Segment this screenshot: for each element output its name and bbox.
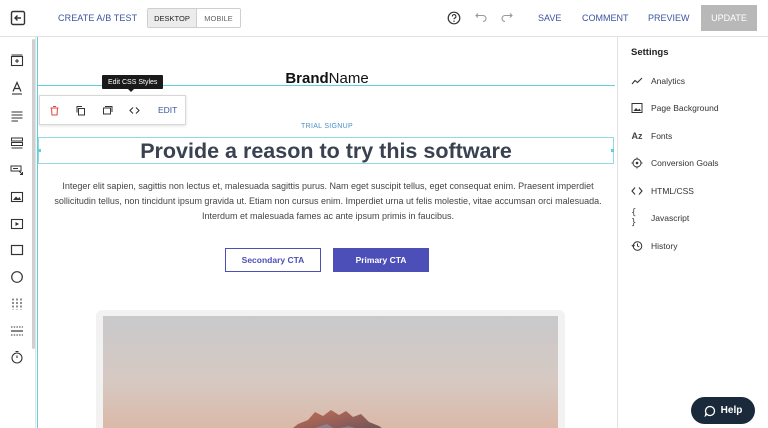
redo-icon[interactable] xyxy=(500,11,514,25)
text-icon[interactable] xyxy=(10,81,24,95)
circle-icon[interactable] xyxy=(10,270,24,284)
exit-icon[interactable] xyxy=(10,10,26,26)
target-icon xyxy=(631,157,643,169)
help-circle-icon[interactable] xyxy=(447,11,461,25)
settings-panel: Settings Analytics Page Background Az Fo… xyxy=(617,37,768,428)
save-button[interactable]: SAVE xyxy=(538,13,561,23)
toolbar-scrollbar[interactable] xyxy=(32,39,35,349)
left-guide-line xyxy=(37,37,38,428)
undo-icon[interactable] xyxy=(474,11,488,25)
body-text[interactable]: Integer elit sapien, sagittis non lectus… xyxy=(42,179,614,224)
chat-bubble-icon xyxy=(704,405,715,417)
code-icon[interactable] xyxy=(129,105,140,116)
help-label: Help xyxy=(720,405,743,416)
divider-icon[interactable] xyxy=(10,324,24,338)
copy-style-icon[interactable] xyxy=(102,105,113,116)
top-toolbar: CREATE A/B TEST DESKTOP MOBILE SAVE COMM… xyxy=(0,0,768,37)
form-icon[interactable] xyxy=(10,163,24,177)
update-button[interactable]: UPDATE xyxy=(701,5,757,31)
delete-icon[interactable] xyxy=(49,105,60,116)
preview-button[interactable]: PREVIEW xyxy=(648,13,690,23)
hero-image[interactable] xyxy=(103,316,558,428)
code-icon xyxy=(631,185,643,197)
device-desktop-button[interactable]: DESKTOP xyxy=(148,9,197,27)
device-mobile-button[interactable]: MOBILE xyxy=(197,9,240,27)
settings-item-analytics[interactable]: Analytics xyxy=(631,74,685,88)
headline[interactable]: Provide a reason to try this software xyxy=(37,139,615,164)
list-icon[interactable] xyxy=(10,136,24,150)
element-edit-toolbar: EDIT xyxy=(39,95,186,125)
help-button[interactable]: Help xyxy=(691,397,755,424)
settings-item-history[interactable]: History xyxy=(631,239,677,253)
image-icon xyxy=(631,102,643,114)
settings-item-conversion-goals[interactable]: Conversion Goals xyxy=(631,156,719,170)
device-toggle: DESKTOP MOBILE xyxy=(147,8,241,28)
fonts-icon: Az xyxy=(631,131,643,141)
eyebrow-text[interactable]: TRIAL SIGNUP xyxy=(37,123,617,130)
primary-cta-button[interactable]: Primary CTA xyxy=(333,248,429,272)
settings-item-javascript[interactable]: { } Javascript xyxy=(631,208,689,228)
secondary-cta-button[interactable]: Secondary CTA xyxy=(225,248,321,272)
edit-button[interactable]: EDIT xyxy=(158,105,177,115)
add-section-icon[interactable] xyxy=(10,54,24,68)
history-icon xyxy=(631,240,643,252)
box-icon[interactable] xyxy=(10,243,24,257)
settings-title: Settings xyxy=(631,47,669,58)
video-icon[interactable] xyxy=(10,217,24,231)
settings-item-html-css[interactable]: HTML/CSS xyxy=(631,184,694,198)
element-toolbar xyxy=(0,37,36,428)
comment-button[interactable]: COMMENT xyxy=(582,13,629,23)
settings-item-page-background[interactable]: Page Background xyxy=(631,101,719,115)
braces-icon: { } xyxy=(631,208,637,228)
timer-icon[interactable] xyxy=(10,350,24,364)
duplicate-icon[interactable] xyxy=(75,105,86,116)
settings-item-fonts[interactable]: Az Fonts xyxy=(631,129,673,143)
paragraph-icon[interactable] xyxy=(10,109,24,123)
image-icon[interactable] xyxy=(10,190,24,204)
create-ab-test-link[interactable]: CREATE A/B TEST xyxy=(58,13,137,23)
columns-icon[interactable] xyxy=(10,297,24,311)
analytics-icon xyxy=(631,75,643,87)
page-canvas[interactable]: BrandName EDIT Edit CSS Styles TRIAL SIG… xyxy=(37,37,617,428)
css-styles-tooltip: Edit CSS Styles xyxy=(102,75,164,92)
